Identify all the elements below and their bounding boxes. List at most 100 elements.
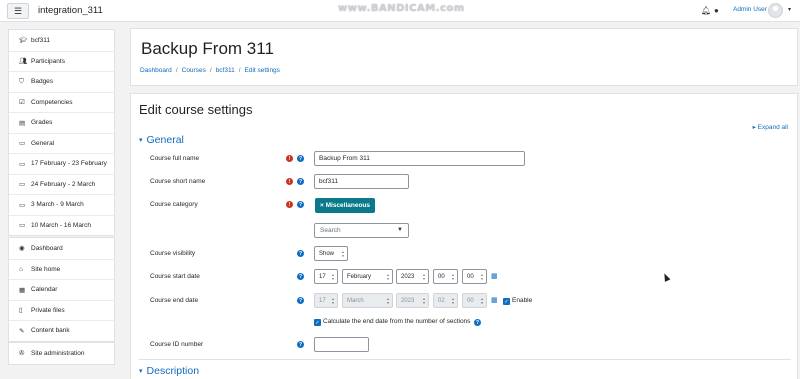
- drawer-course-item[interactable]: ⛉ Badges: [9, 71, 114, 92]
- chevron-down-icon: ▾: [139, 368, 143, 375]
- end-minute-select[interactable]: 00: [462, 293, 487, 308]
- help-icon[interactable]: ?: [297, 273, 304, 280]
- breadcrumb-edit-settings[interactable]: Edit settings: [245, 67, 280, 74]
- watermark: www.BANDICAM.com: [338, 3, 465, 14]
- help-icon[interactable]: ?: [297, 178, 304, 185]
- bell-icon[interactable]: 🔔︎: [701, 6, 711, 15]
- dashboard-icon: ◉: [19, 245, 25, 253]
- end-date-label: Course end date: [150, 297, 199, 304]
- drawer-site-item-label: Site home: [31, 265, 61, 273]
- folder-icon: ▭: [19, 140, 26, 148]
- drawer-course-item-label: 10 March - 16 March: [31, 221, 91, 229]
- visibility-label: Course visibility: [150, 250, 196, 257]
- drawer-course-item[interactable]: ▭ 17 February - 23 February: [9, 153, 114, 174]
- drawer-site-item-label: Private files: [31, 306, 65, 314]
- home-icon: ⌂: [19, 265, 23, 273]
- folder-icon: ▭: [19, 181, 26, 189]
- settings-form: Edit course settings ▸ Expand all ▾ Gene…: [130, 93, 798, 379]
- help-icon[interactable]: ?: [297, 341, 304, 348]
- help-icon[interactable]: ?: [297, 250, 304, 257]
- dropdown-arrow-icon[interactable]: ▼: [397, 227, 403, 233]
- help-icon[interactable]: ?: [474, 319, 481, 326]
- user-menu-name[interactable]: Admin User: [733, 6, 767, 13]
- required-icon: !: [286, 201, 293, 208]
- page-title: Backup From 311: [141, 39, 274, 58]
- drawer-course-item[interactable]: ▭ General: [9, 132, 114, 154]
- start-day-select[interactable]: 17: [314, 269, 338, 284]
- drawer-course-item[interactable]: 👥︎ Participants: [9, 50, 114, 72]
- start-date-label: Course start date: [150, 273, 200, 280]
- drawer-site-item-label: Calendar: [31, 286, 58, 294]
- search-placeholder: Search: [320, 227, 341, 234]
- section-description-toggle[interactable]: ▾ Description: [139, 365, 199, 377]
- site-name[interactable]: integration_311: [38, 5, 103, 16]
- calendar-icon[interactable]: ▦: [491, 296, 498, 304]
- drawer-site-item[interactable]: ✎ Content bank: [9, 320, 114, 341]
- help-icon[interactable]: ?: [297, 155, 304, 162]
- breadcrumb: Dashboard / Courses / bcf311 / Edit sett…: [140, 67, 280, 74]
- drawer-course-item[interactable]: ☑ Competencies: [9, 91, 114, 113]
- form-title: Edit course settings: [139, 102, 253, 117]
- breadcrumb-courses[interactable]: Courses: [182, 67, 206, 74]
- short-name-label: Course short name: [150, 178, 206, 185]
- required-icon: !: [286, 178, 293, 185]
- drawer-course-item-label: Grades: [31, 119, 53, 127]
- category-tag[interactable]: × Miscellaneous: [315, 198, 376, 213]
- drawer-site-item-label: Dashboard: [31, 244, 63, 252]
- avatar[interactable]: [768, 3, 783, 18]
- drawer-course-item[interactable]: ▭ 24 February - 2 March: [9, 173, 114, 195]
- chat-icon[interactable]: ●: [714, 6, 719, 15]
- chevron-down-icon: ▾: [139, 137, 143, 144]
- calendar-icon[interactable]: ▦: [491, 272, 498, 280]
- end-hour-select[interactable]: 02: [433, 293, 458, 308]
- visibility-select[interactable]: Show: [314, 246, 348, 261]
- start-year-select[interactable]: 2023: [396, 269, 429, 284]
- drawer-site-item[interactable]: ▯ Private files: [9, 299, 114, 321]
- drawer-site-item[interactable]: ▦ Calendar: [9, 279, 114, 300]
- start-month-select[interactable]: February: [342, 269, 393, 284]
- drawer-site-item[interactable]: ◉ Dashboard: [9, 238, 114, 259]
- end-year-select[interactable]: 2023: [396, 293, 429, 308]
- drawer-course-item[interactable]: ▭ 3 March - 9 March: [9, 194, 114, 215]
- drawer-course-item-label: bcf311: [31, 36, 51, 44]
- enable-end-date-checkbox[interactable]: ✓: [503, 298, 510, 305]
- drawer-course-item-label: Competencies: [31, 98, 73, 106]
- section-description-title: Description: [146, 365, 200, 377]
- shield-icon: ⛉: [19, 77, 24, 85]
- breadcrumb-dashboard[interactable]: Dashboard: [140, 67, 172, 74]
- help-icon[interactable]: ?: [297, 297, 304, 304]
- expand-all-link[interactable]: ▸ Expand all: [753, 123, 788, 131]
- calculate-end-date-checkbox[interactable]: ✓: [314, 319, 321, 326]
- breadcrumb-course[interactable]: bcf311: [216, 67, 235, 74]
- menu-icon[interactable]: ☰: [7, 3, 29, 19]
- wrench-icon: ✇: [19, 350, 25, 358]
- start-minute-select[interactable]: 00: [462, 269, 487, 284]
- start-hour-select[interactable]: 00: [433, 269, 458, 284]
- drawer-course-nav: 🎓︎ bcf311 👥︎ Participants ⛉ Badges ☑ Competenci…: [8, 29, 115, 236]
- breadcrumb-separator: /: [175, 67, 178, 74]
- full-name-input[interactable]: Backup From 311: [314, 151, 525, 166]
- breadcrumb-separator: /: [238, 67, 241, 74]
- enable-end-date-label: Enable: [512, 297, 533, 304]
- check-square-icon: ☑: [19, 99, 25, 107]
- drawer-course-item[interactable]: ▤ Grades: [9, 112, 114, 133]
- help-icon[interactable]: ?: [297, 201, 304, 208]
- category-label: Course category: [150, 201, 198, 208]
- drawer-course-item[interactable]: ▭ 10 March - 16 March: [9, 214, 114, 236]
- caret-down-icon[interactable]: ▾: [788, 6, 791, 13]
- id-number-input[interactable]: [314, 337, 369, 352]
- drawer-site-nav: ◉ Dashboard ⌂ Site home ▦ Calendar ▯ Private fi…: [8, 237, 115, 342]
- drawer-course-item[interactable]: 🎓︎ bcf311: [9, 30, 114, 51]
- breadcrumb-separator: /: [209, 67, 212, 74]
- drawer-site-item[interactable]: ⌂ Site home: [9, 258, 114, 280]
- folder-icon: ▭: [19, 160, 26, 168]
- end-month-select[interactable]: March: [342, 293, 393, 308]
- category-search-input[interactable]: Search ▼: [314, 223, 409, 238]
- top-navbar: ☰ integration_311 www.BANDICAM.com 🔔︎ ● …: [0, 0, 800, 22]
- drawer-course-item-label: 17 February - 23 February: [31, 160, 107, 168]
- end-day-select[interactable]: 17: [314, 293, 338, 308]
- section-general-toggle[interactable]: ▾ General: [139, 134, 184, 146]
- drawer-course-item-label: General: [31, 139, 55, 147]
- short-name-input[interactable]: bcf311: [314, 174, 409, 189]
- drawer-admin-item[interactable]: ✇ Site administration: [9, 343, 114, 364]
